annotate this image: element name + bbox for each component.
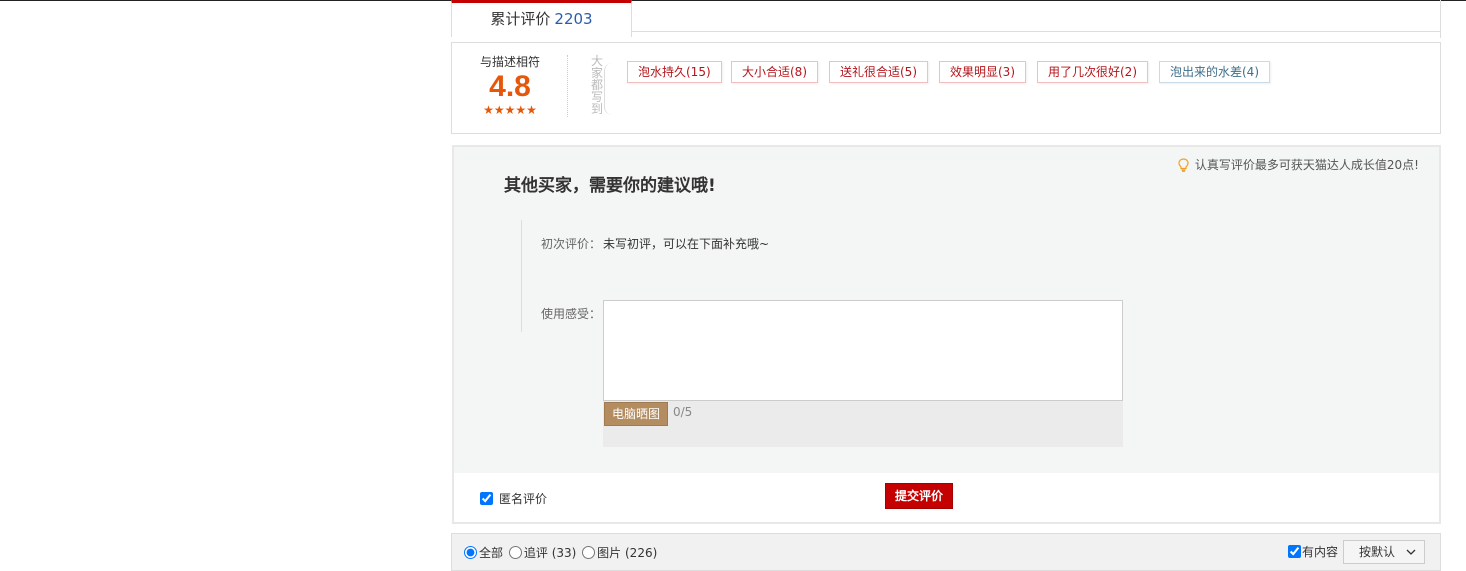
tab-label: 累计评价 [490,10,551,28]
filter-images[interactable]: 图片 (226) [582,546,657,560]
filter-all-label: 全部 [479,546,504,560]
first-review-label: 初次评价： [541,237,602,251]
review-type-radios: 全部 追评 (33) 图片 (226) [464,544,659,561]
filter-followup[interactable]: 追评 (33) [508,546,577,560]
lightbulb-icon [1178,158,1189,172]
score-block: 与描述相符 4.8 ★★★★★ [470,53,550,116]
review-count: 2203 [554,10,593,28]
image-upload-area: 电脑晒图 0/5 [603,401,1123,447]
summary-divider [567,55,568,117]
usage-label: 使用感受： [541,307,602,321]
impression-tag[interactable]: 送礼很合适(5) [829,61,928,83]
tab-bar-edge [1440,0,1441,38]
quote-line [521,220,522,332]
growth-tip: 认真写评价最多可获天猫达人成长值20点! [1178,156,1419,173]
impression-tag[interactable]: 效果明显(3) [939,61,1026,83]
anonymous-label: 匿名评价 [499,492,548,506]
filter-followup-count: (33) [551,546,577,560]
has-content-label: 有内容 [1302,545,1339,559]
tab-baseline [632,31,1441,32]
filter-followup-label: 追评 [523,546,548,560]
impression-tag[interactable]: 泡水持久(15) [627,61,722,83]
score-label: 与描述相符 [479,55,540,69]
filter-images-count: (226) [625,546,658,560]
review-filter-bar: 全部 追评 (33) 图片 (226) 有内容 按默认 [451,533,1441,571]
score-value: 4.8 [489,70,531,103]
filter-all-radio[interactable] [464,546,477,559]
upload-image-button[interactable]: 电脑晒图 [604,402,668,426]
usage-textarea[interactable] [603,300,1123,401]
has-content-option[interactable]: 有内容 [1288,543,1338,560]
has-content-checkbox[interactable] [1288,545,1301,558]
upload-count: 0/5 [673,405,693,419]
tags-bracket [604,63,615,115]
submit-review-button[interactable]: 提交评价 [885,483,953,509]
impression-tag[interactable]: 大小合适(8) [731,61,818,83]
filter-followup-radio[interactable] [508,546,522,559]
chevron-down-icon [1406,541,1416,571]
star-rating-icon: ★★★★★ [483,103,537,117]
filter-all[interactable]: 全部 [464,546,503,560]
sort-label: 按默认 [1359,545,1396,559]
anonymous-option[interactable]: 匿名评价 [480,490,547,507]
panel-title: 其他买家，需要你的建议哦! [504,176,716,196]
rating-summary: 与描述相符 4.8 ★★★★★ 大家都写到 泡水持久(15) 大小合适(8) 送… [451,42,1441,134]
impression-tag[interactable]: 用了几次很好(2) [1037,61,1148,83]
first-review-value: 未写初评，可以在下面补充哦~ [603,237,770,251]
sort-dropdown[interactable]: 按默认 [1343,540,1425,564]
filter-images-label: 图片 [597,546,622,560]
impression-tag-negative[interactable]: 泡出来的水差(4) [1159,61,1270,83]
anonymous-checkbox[interactable] [480,492,493,505]
everyone-wrote-label: 大家都写到 [591,54,604,116]
growth-tip-text: 认真写评价最多可获天猫达人成长值20点! [1194,158,1419,172]
review-tab-bar: 累计评价 2203 [451,0,1441,38]
tab-cumulative-reviews[interactable]: 累计评价 2203 [451,0,632,37]
filter-images-radio[interactable] [582,546,596,559]
review-form-panel: 认真写评价最多可获天猫达人成长值20点! 其他买家，需要你的建议哦! 初次评价：… [452,145,1441,524]
